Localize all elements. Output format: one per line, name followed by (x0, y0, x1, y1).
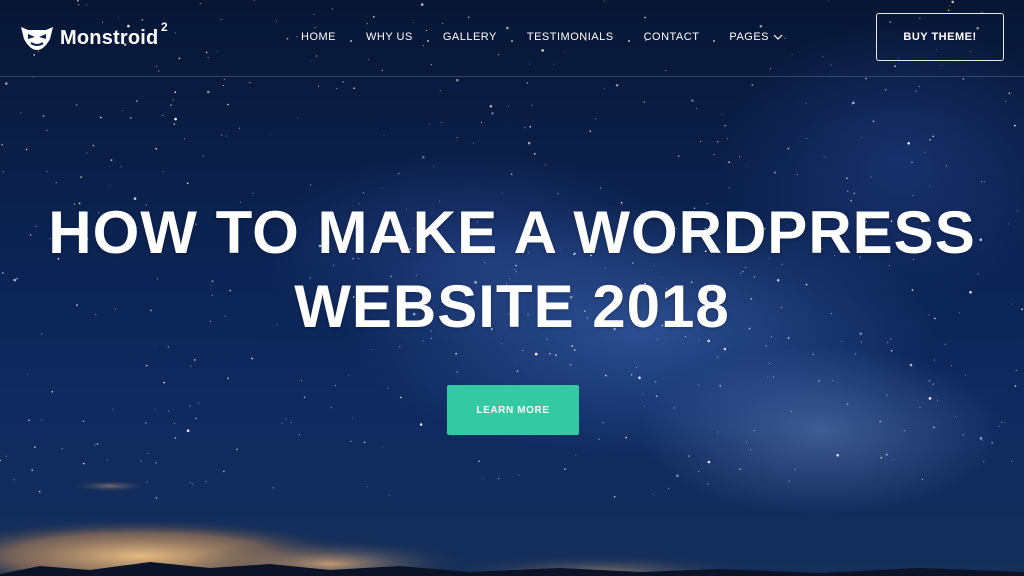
hero-title: HOW TO MAKE A WORDPRESS WEBSITE 2018 (12, 196, 1012, 344)
hero-title-line-1: HOW TO MAKE A WORDPRESS (48, 199, 976, 266)
nav-gallery[interactable]: GALLERY (443, 31, 497, 43)
site-header: Monstroid 2 HOME WHY US GALLERY TESTIMON… (0, 0, 1024, 77)
learn-more-button[interactable]: LEARN MORE (447, 385, 579, 435)
nav-contact[interactable]: CONTACT (644, 31, 700, 43)
nav-separator (510, 40, 513, 42)
nav-pages-label: PAGES (729, 31, 770, 43)
brand-name: Monstroid (60, 26, 159, 49)
logo[interactable]: Monstroid 2 (20, 20, 168, 52)
nav-pages[interactable]: PAGES (729, 31, 783, 43)
nav-why-us[interactable]: WHY US (366, 31, 413, 43)
nav-separator (627, 40, 630, 42)
monster-mask-icon (21, 27, 53, 50)
chevron-down-icon (773, 34, 783, 40)
hero-title-line-2: WEBSITE 2018 (294, 273, 730, 340)
main-nav: HOME WHY US GALLERY TESTIMONIALS CONTACT… (301, 31, 783, 43)
brand-superscript: 2 (161, 20, 168, 34)
nav-separator (426, 40, 429, 42)
nav-separator (713, 40, 716, 42)
buy-theme-button[interactable]: BUY THEME! (876, 13, 1004, 61)
nav-home[interactable]: HOME (301, 31, 336, 43)
nav-testimonials[interactable]: TESTIMONIALS (527, 31, 614, 43)
page: Monstroid 2 HOME WHY US GALLERY TESTIMON… (0, 0, 1024, 576)
horizon-clouds (0, 480, 1024, 576)
nav-separator (350, 40, 352, 42)
